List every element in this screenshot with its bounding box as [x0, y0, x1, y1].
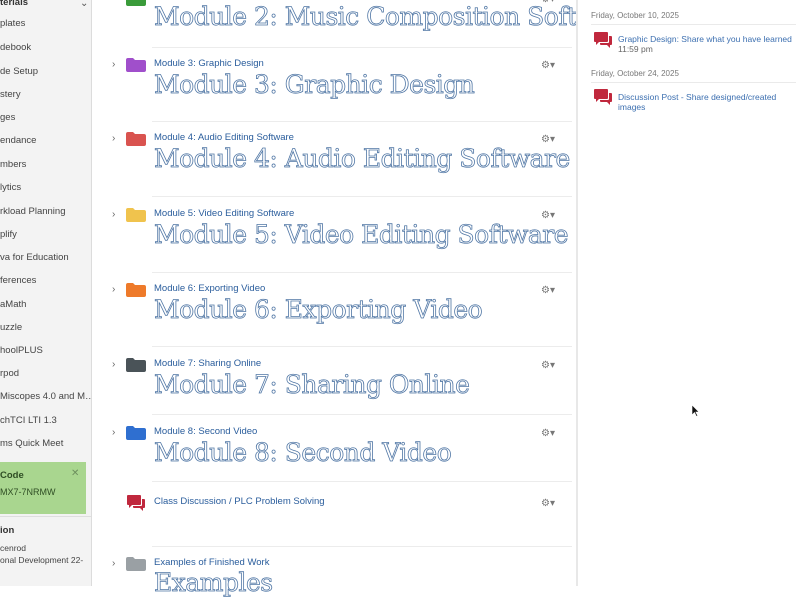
- sidebar-item-amplify[interactable]: plify: [0, 229, 17, 240]
- todo-item-due: 11:59 pm: [618, 44, 653, 54]
- gear-icon[interactable]: ⚙▾: [541, 285, 555, 296]
- access-code-panel: Code ✕ MX7-7NRMW: [0, 462, 86, 514]
- module-title-large: Examples: [154, 568, 274, 597]
- module-title-large: Module 5: Video Editing Software: [154, 220, 569, 250]
- close-icon[interactable]: ✕: [71, 468, 79, 479]
- todo-panel: Friday, October 10, 2025 Graphic Design:…: [578, 0, 800, 586]
- chevron-right-icon[interactable]: ›: [112, 209, 115, 220]
- sidebar-item-analytics[interactable]: lytics: [0, 182, 21, 193]
- sidebar-item-templates[interactable]: plates: [0, 18, 25, 29]
- gear-icon[interactable]: ⚙▾: [541, 60, 555, 71]
- module-title-large: Module 2: Music Composition Software: [154, 2, 639, 32]
- sidebar-divider: [0, 516, 91, 517]
- sidebar-item-mastery[interactable]: stery: [0, 89, 21, 100]
- discussion-icon: [593, 88, 613, 106]
- folder-icon: [126, 426, 146, 440]
- mouse-cursor-icon: [691, 404, 700, 417]
- sidebar-item-edpuzzle[interactable]: uzzle: [0, 322, 22, 333]
- sidebar-section-line[interactable]: onal Development 22-: [0, 555, 83, 565]
- folder-icon: [126, 132, 146, 146]
- gear-icon[interactable]: ⚙▾: [541, 134, 555, 145]
- gear-icon[interactable]: ⚙▾: [541, 428, 555, 439]
- module-title-link[interactable]: Module 7: Sharing Online: [154, 358, 261, 369]
- chevron-right-icon[interactable]: ›: [112, 427, 115, 438]
- todo-item-link[interactable]: Discussion Post - Share designed/created…: [618, 92, 796, 112]
- course-sidebar: terials ⌄ plates debook de Setup stery g…: [0, 0, 92, 586]
- module-title-link[interactable]: Module 6: Exporting Video: [154, 283, 265, 294]
- discussion-icon: [593, 31, 613, 49]
- sidebar-section-title: ion: [0, 525, 15, 536]
- chevron-down-icon[interactable]: ⌄: [80, 0, 88, 9]
- folder-icon: [126, 557, 146, 571]
- folder-icon: [126, 283, 146, 297]
- todo-date-header: Friday, October 24, 2025: [591, 69, 679, 78]
- discussion-icon: [126, 494, 146, 512]
- todo-divider: [591, 82, 796, 83]
- row-divider: [152, 414, 572, 415]
- chevron-right-icon[interactable]: ›: [112, 59, 115, 70]
- module-title-link[interactable]: Module 5: Video Editing Software: [154, 208, 294, 219]
- sidebar-item-materials[interactable]: terials: [0, 0, 28, 8]
- sidebar-item-conferences[interactable]: ferences: [0, 275, 36, 286]
- row-divider: [152, 196, 572, 197]
- module-title-link[interactable]: Module 3: Graphic Design: [154, 58, 264, 69]
- row-divider: [152, 47, 572, 48]
- row-divider: [152, 481, 572, 482]
- module-title-large: Module 6: Exporting Video: [154, 295, 483, 325]
- module-title-link[interactable]: Module 8: Second Video: [154, 426, 257, 437]
- gear-icon[interactable]: ⚙▾: [541, 0, 555, 5]
- sidebar-item-miscopes[interactable]: Miscopes 4.0 and M…: [0, 391, 91, 402]
- module-title-large: Module 3: Graphic Design: [154, 70, 476, 100]
- access-code-value: MX7-7NRMW: [0, 487, 56, 497]
- folder-icon: [126, 208, 146, 222]
- sidebar-item-grade-setup[interactable]: de Setup: [0, 66, 38, 77]
- sidebar-item-badges[interactable]: ges: [0, 112, 15, 123]
- sidebar-item-canva[interactable]: va for Education: [0, 252, 69, 263]
- sidebar-section-line[interactable]: cenrod: [0, 543, 26, 553]
- sidebar-item-attendance[interactable]: endance: [0, 135, 36, 146]
- chevron-right-icon[interactable]: ›: [112, 359, 115, 370]
- folder-icon: [126, 358, 146, 372]
- sidebar-item-teachtci[interactable]: chTCI LTI 1.3: [0, 415, 57, 426]
- module-title-large: Module 4: Audio Editing Software: [154, 144, 571, 174]
- access-code-title: Code: [0, 470, 24, 481]
- row-divider: [152, 546, 572, 547]
- row-divider: [152, 121, 572, 122]
- sidebar-item-members[interactable]: mbers: [0, 159, 26, 170]
- materials-list: Module 2: Music Composition Software ⚙▾ …: [92, 0, 639, 597]
- sidebar-item-teams-quick-meet[interactable]: ms Quick Meet: [0, 438, 63, 449]
- todo-date-header: Friday, October 10, 2025: [591, 11, 679, 20]
- row-divider: [152, 346, 572, 347]
- module-title-large: Module 8: Second Video: [154, 438, 453, 468]
- module-title-large: Module 7: Sharing Online: [154, 370, 471, 400]
- sidebar-item-deltamath[interactable]: aMath: [0, 299, 26, 310]
- chevron-right-icon[interactable]: ›: [112, 284, 115, 295]
- chevron-right-icon[interactable]: ›: [112, 133, 115, 144]
- row-divider: [152, 272, 572, 273]
- todo-item-link[interactable]: Graphic Design: Share what you have lear…: [618, 34, 796, 44]
- sidebar-item-workload-planning[interactable]: rkload Planning: [0, 206, 66, 217]
- discussion-title-link[interactable]: Class Discussion / PLC Problem Solving: [154, 496, 325, 507]
- sidebar-item-schoolplus[interactable]: hoolPLUS: [0, 345, 43, 356]
- folder-icon: [126, 58, 146, 72]
- gear-icon[interactable]: ⚙▾: [541, 210, 555, 221]
- sidebar-item-nearpod[interactable]: rpod: [0, 368, 19, 379]
- module-title-link[interactable]: Module 4: Audio Editing Software: [154, 132, 294, 143]
- module-title-link[interactable]: Examples of Finished Work: [154, 557, 269, 568]
- folder-icon: [126, 0, 146, 6]
- chevron-right-icon[interactable]: ›: [112, 558, 115, 569]
- todo-divider: [591, 24, 796, 25]
- gear-icon[interactable]: ⚙▾: [541, 498, 555, 509]
- gear-icon[interactable]: ⚙▾: [541, 360, 555, 371]
- sidebar-item-label: terials: [0, 0, 28, 8]
- sidebar-item-gradebook[interactable]: debook: [0, 42, 31, 53]
